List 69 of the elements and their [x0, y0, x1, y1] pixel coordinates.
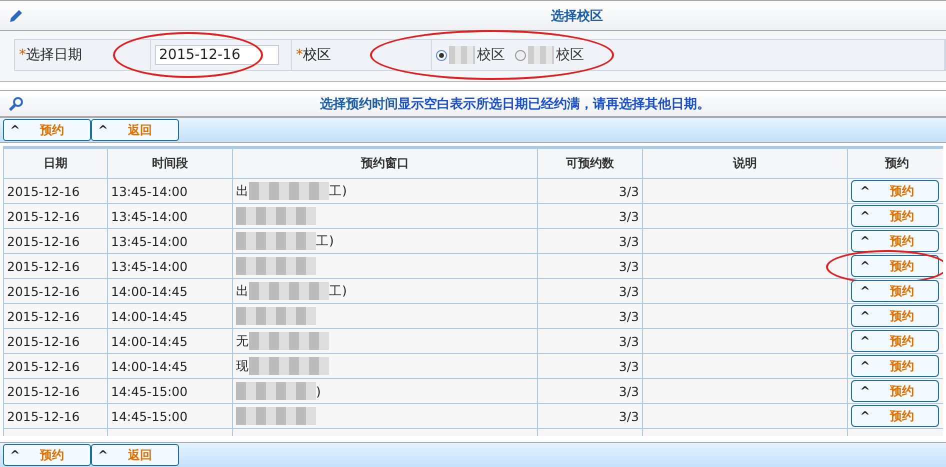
date-field[interactable]: 2015-12-16	[155, 45, 279, 65]
window-text: 工)	[316, 232, 334, 250]
column-header: 说明	[642, 148, 848, 178]
table-cell: 2015-12-16	[4, 328, 108, 354]
book-button[interactable]: ^ 预约	[851, 280, 939, 302]
table-cell: 3/3	[538, 228, 642, 254]
book-button[interactable]: ^ 预约	[851, 405, 939, 427]
table-cell: 2015-12-16	[4, 178, 108, 204]
header-title: 选择校区	[551, 8, 603, 24]
column-header: 日期	[4, 148, 108, 178]
table-cell: 3/3	[538, 204, 642, 228]
blurred-text	[449, 46, 475, 64]
table-cell: 3/3	[538, 278, 642, 304]
table-cell: 3/3	[538, 378, 642, 404]
table-cell: 3/3	[538, 404, 642, 428]
table-cell: 2015-12-16	[4, 404, 108, 428]
table-cell: 2015-12-16	[4, 354, 108, 378]
table-cell: 13:45-14:00	[108, 254, 232, 278]
window-text: )	[316, 384, 321, 398]
campus-radio[interactable]: 校区	[515, 46, 584, 64]
table-cell: 3/3	[538, 254, 642, 278]
table-cell: 2015-12-16	[4, 254, 108, 278]
window-text: 出	[236, 182, 249, 200]
toolbar-button[interactable]: ^ 预约	[3, 119, 91, 141]
notice-text: 选择预约时间显示空白表示所选日期已经约满，请再选择其他日期。	[319, 96, 711, 112]
window-text: 工)	[329, 182, 347, 200]
table-cell: 2015-12-16	[4, 304, 108, 328]
table-cell: 13:45-14:00	[108, 178, 232, 204]
column-header: 可预约数	[538, 148, 642, 178]
table-cell: 3/3	[538, 178, 642, 204]
table-cell: 14:45-15:00	[108, 378, 232, 404]
blurred-text	[528, 46, 554, 64]
table-cell: 14:00-14:45	[108, 278, 232, 304]
book-button[interactable]: ^ 预约	[851, 230, 939, 252]
column-header: 预约窗口	[232, 148, 538, 178]
table-cell: 14:45-15:00	[108, 404, 232, 428]
table-cell: 14:00-14:45	[108, 354, 232, 378]
book-button[interactable]: ^ 预约	[851, 330, 939, 352]
window-text: 现	[236, 358, 249, 374]
book-button[interactable]: ^ 预约	[851, 255, 939, 277]
book-button[interactable]: ^ 预约	[851, 305, 939, 327]
table-cell: 3/3	[538, 354, 642, 378]
toolbar-button[interactable]: ^ 返回	[91, 444, 179, 466]
campus-radio[interactable]: 校区	[436, 46, 505, 64]
date-label: *选择日期	[19, 46, 82, 64]
book-button[interactable]: ^ 预约	[851, 180, 939, 202]
table-cell: 13:45-14:00	[108, 204, 232, 228]
table-cell: 2015-12-16	[4, 228, 108, 254]
pencil-icon	[8, 8, 24, 24]
table-cell: 14:00-14:45	[108, 304, 232, 328]
table-cell: 3/3	[538, 304, 642, 328]
window-text: 无	[236, 332, 249, 350]
table-cell: 13:45-14:00	[108, 228, 232, 254]
table-cell: 2015-12-16	[4, 204, 108, 228]
table-cell: 2015-12-16	[4, 378, 108, 404]
table-cell: 3/3	[538, 328, 642, 354]
window-text: 工)	[329, 282, 347, 300]
campus-label: *校区	[296, 46, 331, 64]
toolbar-button[interactable]: ^ 返回	[91, 119, 179, 141]
book-button[interactable]: ^ 预约	[851, 380, 939, 402]
book-button[interactable]: ^ 预约	[851, 205, 939, 227]
book-button[interactable]: ^ 预约	[851, 355, 939, 377]
table-cell: 2015-12-16	[4, 278, 108, 304]
column-header: 时间段	[108, 148, 232, 178]
column-header: 预约	[848, 148, 943, 178]
toolbar-button[interactable]: ^ 预约	[3, 444, 91, 466]
table-cell: 14:00-14:45	[108, 328, 232, 354]
window-text: 出	[236, 282, 249, 300]
search-icon	[8, 96, 24, 112]
